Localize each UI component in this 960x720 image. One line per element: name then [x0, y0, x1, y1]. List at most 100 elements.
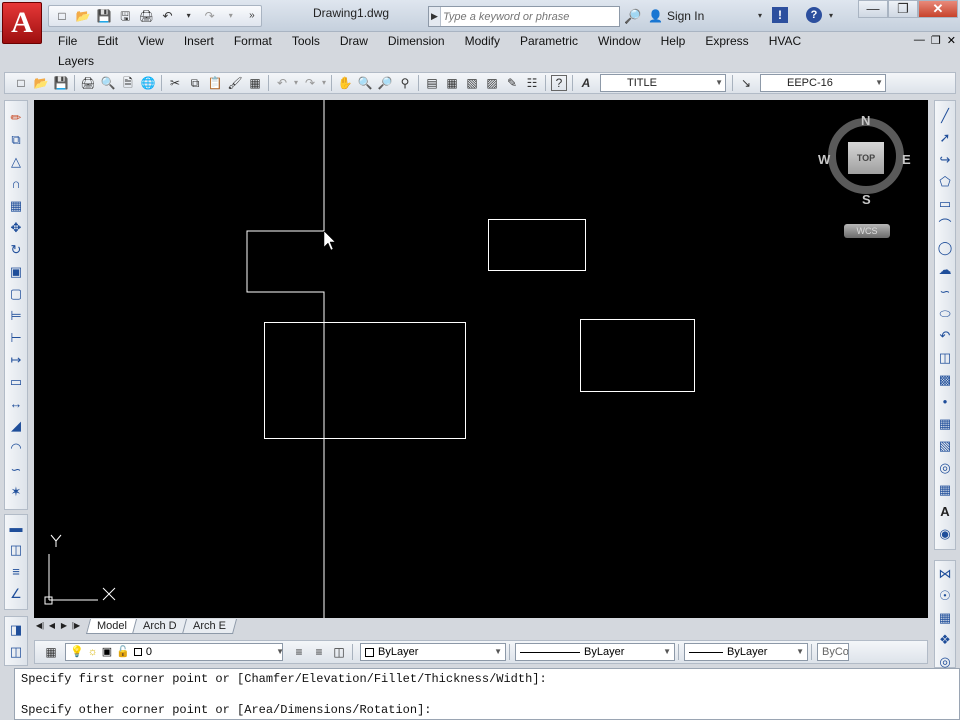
polygon-icon[interactable]: ⬠: [935, 171, 955, 193]
layer-match-icon[interactable]: ◫: [329, 643, 349, 661]
doc-restore-icon[interactable]: ❐: [931, 34, 941, 47]
region-icon[interactable]: ◎: [935, 457, 955, 479]
next-tab-icon[interactable]: ▶: [58, 619, 70, 633]
publish-icon[interactable]: 🗎: [118, 74, 138, 92]
dropdown-icon[interactable]: ▾: [180, 7, 198, 25]
rectangle[interactable]: [264, 322, 466, 439]
radius-icon[interactable]: ☉: [935, 585, 955, 607]
arc-icon[interactable]: ⌒: [935, 215, 955, 237]
save-icon[interactable]: 💾: [51, 74, 71, 92]
doc-minimize-icon[interactable]: —: [914, 34, 925, 47]
copy-icon[interactable]: ⧉: [185, 74, 205, 92]
previous-tab-icon[interactable]: ◀: [46, 619, 58, 633]
plot-icon[interactable]: 🖨: [78, 74, 98, 92]
menu-edit[interactable]: Edit: [97, 34, 118, 48]
zoom-previous-icon[interactable]: ⚲: [395, 74, 415, 92]
menu-parametric[interactable]: Parametric: [520, 34, 578, 48]
compass-north-label[interactable]: N: [861, 113, 870, 128]
new-icon[interactable]: □: [53, 7, 71, 25]
dimension-style-icon[interactable]: ↘: [736, 74, 756, 92]
layer-copy-icon[interactable]: ◫: [6, 539, 26, 561]
distance-icon[interactable]: ⋈: [935, 563, 955, 585]
menu-dimension[interactable]: Dimension: [388, 34, 445, 48]
tab-model[interactable]: Model: [85, 618, 138, 634]
rotate-icon[interactable]: ↻: [6, 239, 26, 261]
dwf-icon[interactable]: 🌐: [138, 74, 158, 92]
menu-view[interactable]: View: [138, 34, 164, 48]
rectangle[interactable]: [580, 319, 695, 392]
stretch-icon[interactable]: ▢: [6, 283, 26, 305]
table-icon[interactable]: ▦: [935, 479, 955, 501]
minimize-icon[interactable]: —: [858, 0, 888, 18]
blend-curves-icon[interactable]: ∽: [6, 459, 26, 481]
layer-states-icon[interactable]: ◨: [6, 619, 26, 641]
last-tab-icon[interactable]: |▶: [70, 619, 82, 633]
break-icon[interactable]: ▭: [6, 371, 26, 393]
menu-hvac[interactable]: HVAC: [769, 34, 801, 48]
cut-icon[interactable]: ✂: [165, 74, 185, 92]
exchange-icon[interactable]: !: [772, 7, 788, 23]
scroll-icon[interactable]: ≡: [6, 561, 26, 583]
save-as-icon[interactable]: 🖫: [116, 7, 134, 25]
locate-point-icon[interactable]: ❖: [935, 629, 955, 651]
pan-icon[interactable]: ✋: [335, 74, 355, 92]
undo-icon[interactable]: ↶: [158, 7, 176, 25]
open-icon[interactable]: 📂: [31, 74, 51, 92]
offset-icon[interactable]: ∩: [6, 173, 26, 195]
wcs-menu-button[interactable]: WCS: [844, 224, 890, 238]
menu-insert[interactable]: Insert: [184, 34, 214, 48]
compass-south-label[interactable]: S: [862, 192, 871, 207]
polyline-icon[interactable]: ↪: [935, 149, 955, 171]
first-tab-icon[interactable]: ◀|: [34, 619, 46, 633]
sign-in-dropdown-icon[interactable]: ▾: [758, 11, 762, 20]
area-icon[interactable]: ▦: [935, 607, 955, 629]
tool-palettes-icon[interactable]: ▧: [462, 74, 482, 92]
menu-format[interactable]: Format: [234, 34, 272, 48]
ellipse-icon[interactable]: ⬭: [935, 303, 955, 325]
redo-dropdown-icon[interactable]: ▾: [320, 74, 328, 92]
lineweight-select[interactable]: ByLayer ▼: [684, 643, 808, 661]
close-icon[interactable]: ✕: [918, 0, 958, 18]
circle-icon[interactable]: ◯: [935, 237, 955, 259]
sun-icon[interactable]: ☼: [88, 644, 98, 660]
undo-icon[interactable]: ↶: [272, 74, 292, 92]
point-icon[interactable]: ●: [935, 391, 955, 413]
make-current-icon[interactable]: ≡: [289, 643, 309, 661]
undo-dropdown-icon[interactable]: ▾: [292, 74, 300, 92]
gradient-icon[interactable]: ▧: [935, 435, 955, 457]
binoculars-icon[interactable]: 🔎: [624, 8, 641, 25]
design-center-icon[interactable]: ▦: [442, 74, 462, 92]
drawing-area[interactable]: TOP N S E W WCS: [34, 100, 928, 618]
multiline-text-icon[interactable]: A: [935, 501, 955, 523]
menu-help[interactable]: Help: [661, 34, 686, 48]
doc-close-icon[interactable]: ✕: [947, 34, 956, 47]
zoom-window-icon[interactable]: 🔎: [375, 74, 395, 92]
insert-block-icon[interactable]: ◫: [935, 347, 955, 369]
tab-arch-d[interactable]: Arch D: [131, 618, 188, 634]
dropdown-icon[interactable]: ▾: [222, 7, 240, 25]
calculator-icon[interactable]: ☷: [522, 74, 542, 92]
spline-icon[interactable]: ∽: [935, 281, 955, 303]
lightbulb-icon[interactable]: 💡: [70, 644, 84, 660]
menu-tools[interactable]: Tools: [292, 34, 320, 48]
color-select[interactable]: ByLayer ▼: [360, 643, 506, 661]
sign-in-button[interactable]: 👤 Sign In: [648, 9, 704, 23]
rectangle-icon[interactable]: ▭: [935, 193, 955, 215]
menu-file[interactable]: File: [58, 34, 77, 48]
dimension-style-select[interactable]: EEPC-16 ▼: [760, 74, 886, 92]
measure-icon[interactable]: ▬: [6, 517, 26, 539]
tab-arch-e[interactable]: Arch E: [181, 618, 237, 634]
make-block-icon[interactable]: ▩: [935, 369, 955, 391]
layer-previous-icon[interactable]: ◫: [6, 641, 26, 663]
paste-icon[interactable]: 📋: [205, 74, 225, 92]
extend-icon[interactable]: ⊢: [6, 327, 26, 349]
layer-select[interactable]: 💡 ☼ ▣ 🔓 0 ▼: [65, 643, 284, 661]
more-icon[interactable]: »: [243, 7, 261, 25]
viewport-freeze-icon[interactable]: ▣: [102, 644, 112, 660]
menu-window[interactable]: Window: [598, 34, 641, 48]
scale-icon[interactable]: ▣: [6, 261, 26, 283]
fillet-icon[interactable]: ◠: [6, 437, 26, 459]
erase-icon[interactable]: ✏: [6, 107, 26, 129]
chamfer-icon[interactable]: ◢: [6, 415, 26, 437]
ellipse-arc-icon[interactable]: ↶: [935, 325, 955, 347]
